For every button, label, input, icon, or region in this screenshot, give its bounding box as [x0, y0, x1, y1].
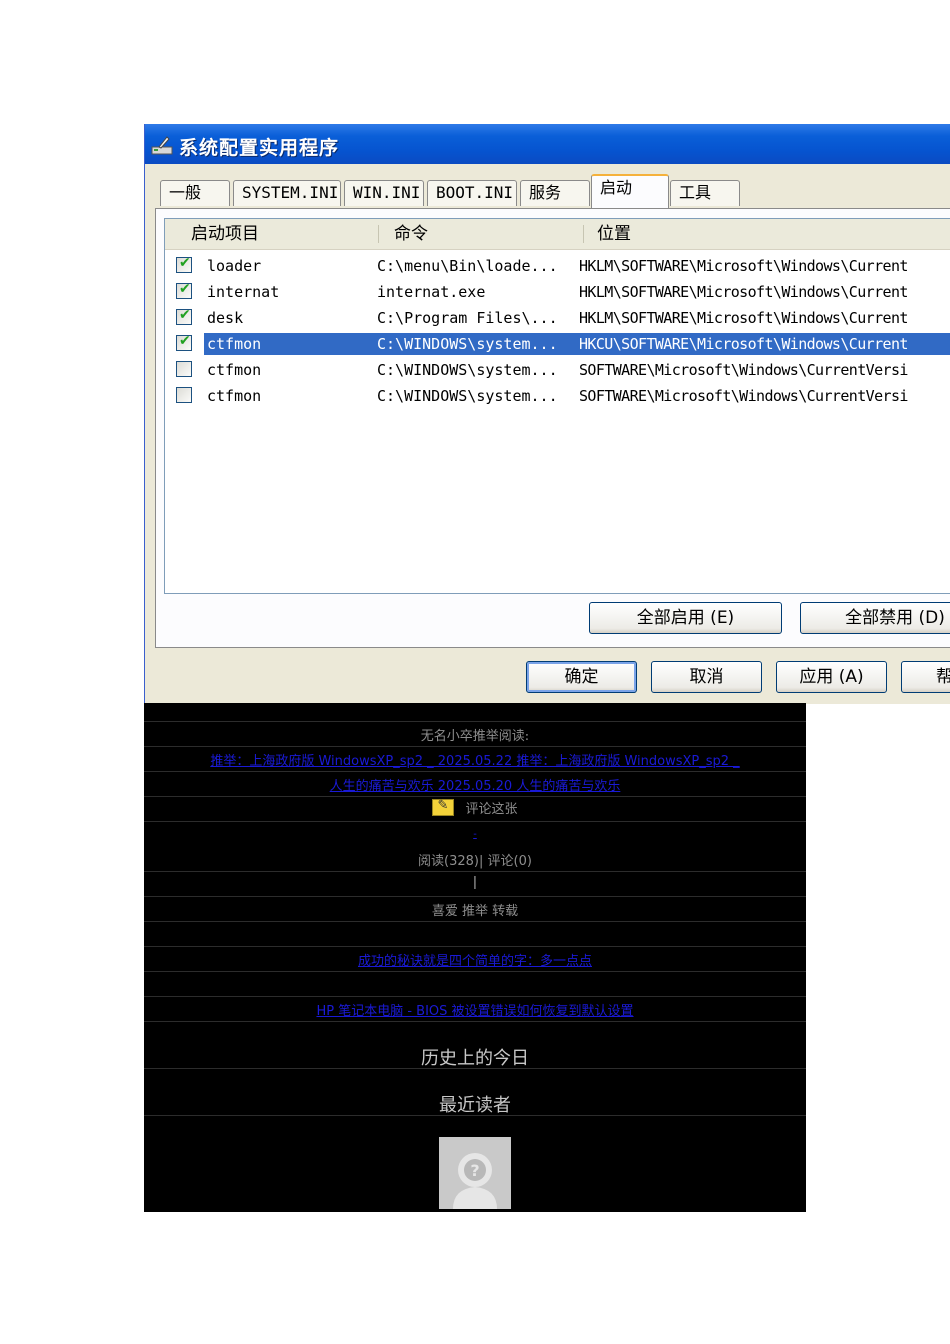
divider: [144, 896, 806, 897]
startup-location: SOFTWARE\Microsoft\Windows\CurrentVersi: [579, 361, 908, 379]
comment-pic-label[interactable]: 评论这张: [466, 802, 518, 817]
msconfig-icon: [151, 136, 173, 155]
tab-win-ini[interactable]: WIN.INI: [344, 180, 424, 206]
comment-pic-row: ✎ 评论这张: [144, 797, 806, 819]
divider: [144, 771, 806, 772]
checkbox[interactable]: ✔: [176, 255, 192, 273]
column-divider[interactable]: [583, 225, 584, 243]
check-icon: ✔: [179, 307, 191, 323]
blog-footer: 无名小卒推举阅读: 推举：上海政府版 WindowsXP_sp2 _ 2025.…: [144, 703, 806, 1212]
next-post-link[interactable]: HP 笔记本电脑 - BIOS 被设置错误如何恢复到默认设置: [144, 1000, 806, 1019]
startup-location: HKLM\SOFTWARE\Microsoft\Windows\Current: [579, 257, 908, 275]
list-item-selected[interactable]: ✔ ctfmon C:\WINDOWS\system... HKCU\SOFTW…: [165, 331, 950, 357]
tab-boot-ini[interactable]: BOOT.INI: [427, 180, 517, 206]
checkbox[interactable]: ✔: [176, 307, 192, 325]
checkbox[interactable]: [176, 361, 192, 377]
post-stats: 阅读(328)| 评论(0): [418, 854, 532, 869]
startup-command: C:\WINDOWS\system...: [377, 335, 558, 353]
startup-item-name: loader: [207, 257, 262, 275]
divider: [144, 1068, 806, 1069]
startup-item-name: internat: [207, 283, 280, 301]
checkbox[interactable]: [176, 387, 192, 403]
tab-services[interactable]: 服务: [520, 180, 590, 206]
msconfig-window: 系统配置实用程序 一般 SYSTEM.INI WIN.INI BOOT.INI …: [144, 124, 950, 704]
list-item[interactable]: ctfmon C:\WINDOWS\system... SOFTWARE\Mic…: [165, 383, 950, 409]
startup-command: C:\WINDOWS\system...: [377, 361, 558, 379]
dash-link[interactable]: -: [144, 829, 806, 840]
list-item[interactable]: ctfmon C:\WINDOWS\system... SOFTWARE\Mic…: [165, 357, 950, 383]
post-actions[interactable]: 喜爱 推举 转载: [144, 900, 806, 919]
title-bar[interactable]: 系统配置实用程序: [145, 124, 950, 164]
list-item[interactable]: ✔ loader C:\menu\Bin\loade... HKLM\SOFTW…: [165, 253, 950, 279]
recommended-post-link[interactable]: 人生的痛苦与欢乐 2025.05.20 人生的痛苦与欢乐: [144, 775, 806, 794]
enable-all-button[interactable]: 全部启用 (E): [589, 602, 782, 634]
recommend-label: 无名小卒推举阅读:: [420, 729, 530, 744]
divider: [144, 996, 806, 997]
startup-command: C:\WINDOWS\system...: [377, 387, 558, 405]
column-command[interactable]: 命令: [394, 219, 428, 249]
divider: [144, 821, 806, 822]
history-heading: 历史上的今日: [421, 1048, 529, 1069]
separator-bar: |: [472, 875, 478, 890]
default-avatar-icon: ?: [439, 1137, 511, 1209]
divider: [144, 971, 806, 972]
help-button[interactable]: 帮: [901, 661, 950, 693]
startup-command: internat.exe: [377, 283, 486, 301]
startup-location: HKLM\SOFTWARE\Microsoft\Windows\Current: [579, 283, 908, 301]
startup-location: SOFTWARE\Microsoft\Windows\CurrentVersi: [579, 387, 908, 405]
list-item[interactable]: ✔ desk C:\Program Files\... HKLM\SOFTWAR…: [165, 305, 950, 331]
divider: [144, 921, 806, 922]
ok-button[interactable]: 确定: [526, 661, 637, 693]
apply-button[interactable]: 应用 (A): [776, 661, 887, 693]
divider: [144, 1021, 806, 1022]
startup-item-name: ctfmon: [204, 333, 357, 355]
divider: [144, 871, 806, 872]
column-startup-item[interactable]: 启动项目: [191, 219, 259, 249]
window-title: 系统配置实用程序: [179, 137, 340, 159]
tab-system-ini[interactable]: SYSTEM.INI: [233, 180, 341, 206]
divider: [144, 946, 806, 947]
check-icon: ✔: [179, 255, 191, 271]
recommended-post-link[interactable]: 推举：上海政府版 WindowsXP_sp2 _ 2025.05.22 推举：上…: [144, 750, 806, 769]
svg-text:?: ?: [470, 1161, 479, 1180]
divider: [144, 746, 806, 747]
tab-startup[interactable]: 启动: [591, 174, 669, 208]
comment-pencil-icon[interactable]: ✎: [432, 798, 455, 816]
startup-item-name: ctfmon: [207, 387, 262, 405]
check-icon: ✔: [179, 281, 191, 297]
startup-location: HKLM\SOFTWARE\Microsoft\Windows\Current: [579, 309, 908, 327]
startup-item-name: desk: [207, 309, 244, 327]
column-divider[interactable]: [378, 225, 379, 243]
tab-general[interactable]: 一般: [160, 180, 230, 206]
checkbox[interactable]: ✔: [176, 281, 192, 299]
check-icon: ✔: [179, 333, 191, 349]
startup-command: C:\Program Files\...: [377, 309, 558, 327]
startup-list[interactable]: 启动项目 命令 位置 ✔ loader C:\menu\Bin\loade...…: [164, 218, 950, 594]
divider: [144, 721, 806, 722]
cancel-button[interactable]: 取消: [651, 661, 762, 693]
divider: [144, 1115, 806, 1116]
list-item[interactable]: ✔ internat internat.exe HKLM\SOFTWARE\Mi…: [165, 279, 950, 305]
disable-all-button[interactable]: 全部禁用 (D): [800, 602, 950, 634]
column-location[interactable]: 位置: [597, 219, 631, 249]
reader-avatar[interactable]: ?: [439, 1137, 511, 1209]
tab-tools[interactable]: 工具: [670, 180, 740, 206]
startup-location: HKCU\SOFTWARE\Microsoft\Windows\Current: [579, 335, 908, 353]
startup-item-name: ctfmon: [207, 361, 262, 379]
recent-readers-heading: 最近读者: [439, 1095, 511, 1116]
startup-command: C:\menu\Bin\loade...: [377, 257, 558, 275]
checkbox[interactable]: ✔: [176, 333, 192, 351]
previous-post-link[interactable]: 成功的秘诀就是四个简单的字：多一点点: [144, 950, 806, 969]
list-header: 启动项目 命令 位置: [165, 219, 950, 250]
